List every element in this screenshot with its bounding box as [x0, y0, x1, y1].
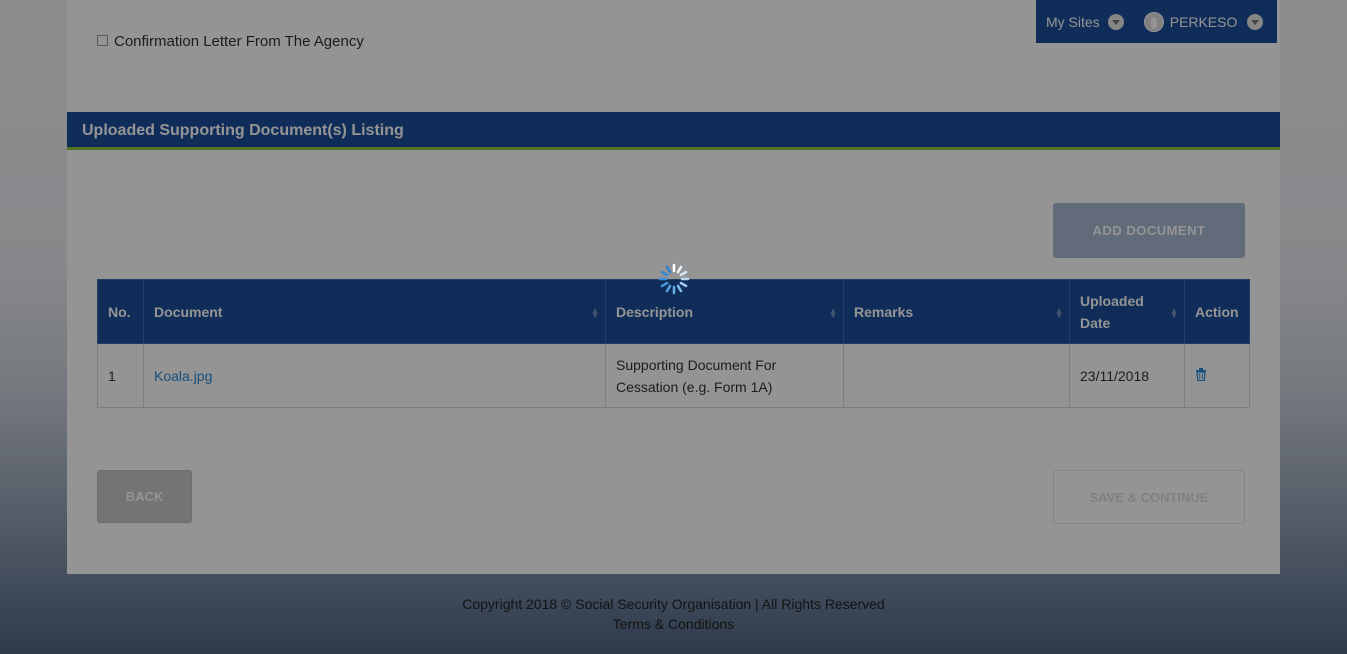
loading-spinner-icon — [658, 263, 690, 295]
loading-overlay — [0, 0, 1347, 654]
